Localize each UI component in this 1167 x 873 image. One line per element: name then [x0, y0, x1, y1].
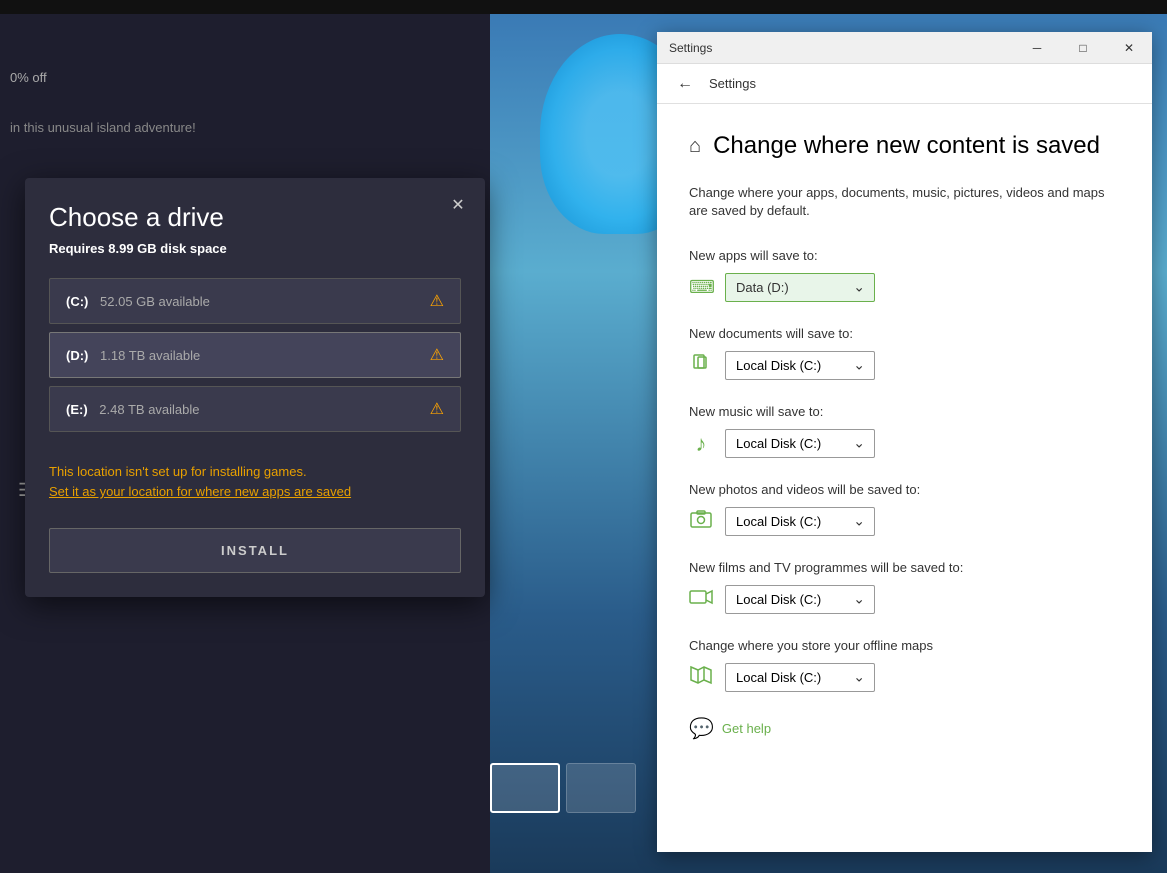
minimize-button[interactable]: ─ — [1014, 32, 1060, 64]
thumbnail-1[interactable] — [490, 763, 560, 813]
choose-drive-dialog: Choose a drive Requires 8.99 GB disk spa… — [25, 178, 485, 597]
top-bar — [0, 0, 1167, 14]
photos-icon — [689, 510, 713, 533]
row-films-label: New films and TV programmes will be save… — [689, 560, 1120, 575]
films-select-wrapper: Local Disk (C:) Data (D:) — [725, 585, 875, 614]
settings-row-apps: New apps will save to: ⌨ Data (D:) Local… — [689, 248, 1120, 302]
settings-row-films: New films and TV programmes will be save… — [689, 560, 1120, 614]
get-help-section: 💬 Get help — [689, 716, 1120, 741]
drive-e-warning-icon: ⚠ — [430, 399, 444, 419]
documents-icon — [689, 353, 713, 378]
music-icon: ♪ — [689, 431, 713, 457]
drive-e-label: (E:) 2.48 TB available — [66, 402, 200, 417]
dialog-header: Choose a drive Requires 8.99 GB disk spa… — [25, 178, 485, 266]
dialog-title: Choose a drive — [49, 202, 461, 233]
row-photos-control: Local Disk (C:) Data (D:) — [689, 507, 1120, 536]
maps-select[interactable]: Local Disk (C:) Data (D:) — [725, 663, 875, 692]
row-apps-control: ⌨ Data (D:) Local Disk (C:) — [689, 273, 1120, 302]
get-help-link[interactable]: Get help — [722, 721, 771, 736]
nav-title: Settings — [709, 76, 756, 91]
game-description: in this unusual island adventure! — [10, 120, 196, 135]
settings-nav: ← Settings — [657, 64, 1152, 104]
thumbnail-2[interactable] — [566, 763, 636, 813]
warning-text: This location isn't set up for installin… — [49, 464, 461, 479]
row-photos-label: New photos and videos will be saved to: — [689, 482, 1120, 497]
settings-content: ⌂ Change where new content is saved Chan… — [657, 104, 1152, 852]
settings-row-photos: New photos and videos will be saved to: … — [689, 482, 1120, 536]
back-button[interactable]: ← — [669, 68, 701, 100]
settings-row-music: New music will save to: ♪ Local Disk (C:… — [689, 404, 1120, 458]
settings-titlebar: Settings ─ □ ✕ — [657, 32, 1152, 64]
settings-window: Settings ─ □ ✕ ← Settings ⌂ Change where… — [657, 32, 1152, 852]
music-select-wrapper: Local Disk (C:) Data (D:) — [725, 429, 875, 458]
films-icon — [689, 589, 713, 610]
maps-select-wrapper: Local Disk (C:) Data (D:) — [725, 663, 875, 692]
row-maps-label: Change where you store your offline maps — [689, 638, 1120, 653]
settings-row-maps: Change where you store your offline maps… — [689, 638, 1120, 692]
documents-select[interactable]: Local Disk (C:) Data (D:) — [725, 351, 875, 380]
page-title: Change where new content is saved — [713, 132, 1100, 160]
row-music-control: ♪ Local Disk (C:) Data (D:) — [689, 429, 1120, 458]
settings-description: Change where your apps, documents, music… — [689, 184, 1120, 220]
dialog-close-button[interactable]: ✕ — [443, 190, 473, 220]
drive-c-label: (C:) 52.05 GB available — [66, 294, 210, 309]
home-icon: ⌂ — [689, 135, 701, 158]
close-button[interactable]: ✕ — [1106, 32, 1152, 64]
apps-select[interactable]: Data (D:) Local Disk (C:) — [725, 273, 875, 302]
drive-d-warning-icon: ⚠ — [430, 345, 444, 365]
drive-c-warning-icon: ⚠ — [430, 291, 444, 311]
row-documents-control: Local Disk (C:) Data (D:) — [689, 351, 1120, 380]
dialog-body: (C:) 52.05 GB available ⚠ (D:) 1.18 TB a… — [25, 266, 485, 452]
install-button[interactable]: INSTALL — [49, 528, 461, 573]
films-select[interactable]: Local Disk (C:) Data (D:) — [725, 585, 875, 614]
help-icon: 💬 — [689, 716, 714, 741]
settings-page-header: ⌂ Change where new content is saved — [689, 132, 1120, 160]
set-location-link[interactable]: Set it as your location for where new ap… — [49, 484, 351, 499]
drive-d-label: (D:) 1.18 TB available — [66, 348, 200, 363]
music-select[interactable]: Local Disk (C:) Data (D:) — [725, 429, 875, 458]
photos-select-wrapper: Local Disk (C:) Data (D:) — [725, 507, 875, 536]
documents-select-wrapper: Local Disk (C:) Data (D:) — [725, 351, 875, 380]
row-apps-label: New apps will save to: — [689, 248, 1120, 263]
apps-icon: ⌨ — [689, 277, 713, 298]
drive-option-d[interactable]: (D:) 1.18 TB available ⚠ — [49, 332, 461, 378]
maximize-button[interactable]: □ — [1060, 32, 1106, 64]
row-documents-label: New documents will save to: — [689, 326, 1120, 341]
maps-icon — [689, 665, 713, 690]
dialog-subtitle: Requires 8.99 GB disk space — [49, 241, 461, 256]
row-music-label: New music will save to: — [689, 404, 1120, 419]
thumbnails-row — [490, 763, 636, 813]
warning-section: This location isn't set up for installin… — [25, 452, 485, 512]
sale-badge: 0% off — [10, 70, 47, 85]
apps-select-wrapper: Data (D:) Local Disk (C:) — [725, 273, 875, 302]
dialog-footer: INSTALL — [25, 512, 485, 597]
row-maps-control: Local Disk (C:) Data (D:) — [689, 663, 1120, 692]
drive-option-c[interactable]: (C:) 52.05 GB available ⚠ — [49, 278, 461, 324]
drive-option-e[interactable]: (E:) 2.48 TB available ⚠ — [49, 386, 461, 432]
settings-row-documents: New documents will save to: Local Disk (… — [689, 326, 1120, 380]
settings-title: Settings — [669, 41, 712, 55]
photos-select[interactable]: Local Disk (C:) Data (D:) — [725, 507, 875, 536]
titlebar-controls: ─ □ ✕ — [1014, 32, 1152, 64]
row-films-control: Local Disk (C:) Data (D:) — [689, 585, 1120, 614]
